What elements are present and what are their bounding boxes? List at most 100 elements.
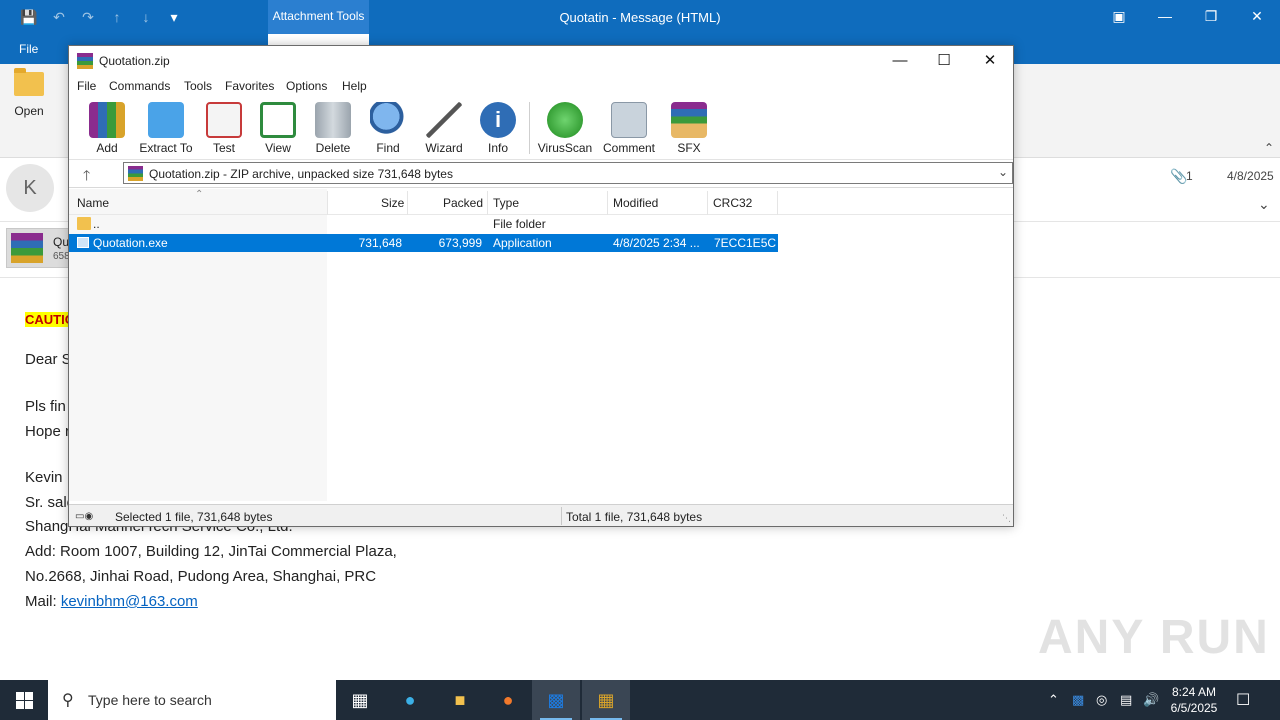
notifications-icon[interactable]: ☐ <box>1236 690 1250 710</box>
mail-link[interactable]: kevinbhm@163.com <box>61 593 198 610</box>
archive-path-text: Quotation.zip - ZIP archive, unpacked si… <box>149 167 453 181</box>
menu-favorites[interactable]: Favorites <box>225 79 274 93</box>
winrar-window: Quotation.zip — ☐ ✕ File Commands Tools … <box>68 45 1014 527</box>
info-button[interactable]: i Info <box>470 102 526 155</box>
column-modified[interactable]: Modified <box>613 196 658 210</box>
menu-file[interactable]: File <box>77 79 96 93</box>
winrar-maximize-button[interactable]: ☐ <box>921 50 967 72</box>
save-icon[interactable]: 💾 <box>20 8 38 26</box>
volume-icon[interactable]: 🔊 <box>1143 692 1159 708</box>
redo-icon[interactable]: ↷ <box>79 8 97 26</box>
menu-help[interactable]: Help <box>342 79 367 93</box>
magnifier-icon <box>370 102 406 138</box>
winrar-menu-bar: File Commands Tools Favorites Options He… <box>69 76 1013 96</box>
body-line-1: Pls fin <box>25 398 66 415</box>
comment-icon <box>611 102 647 138</box>
ribbon-display-options-icon[interactable]: ▣ <box>1104 6 1134 26</box>
meet-now-icon[interactable]: ◎ <box>1096 692 1107 708</box>
status-bar: ▭◉ Selected 1 file, 731,648 bytes Total … <box>69 504 1013 526</box>
table-row[interactable]: .. File folder <box>69 215 778 233</box>
row-name: Quotation.exe <box>93 236 168 250</box>
row-type: File folder <box>493 217 546 231</box>
magic-wand-icon <box>426 102 462 138</box>
chevron-down-icon[interactable]: ⌄ <box>998 165 1008 179</box>
folder-open-icon <box>14 68 44 96</box>
test-button[interactable]: Test <box>196 102 252 155</box>
search-icon: ⚲ <box>62 692 74 709</box>
test-clipboard-icon <box>206 102 242 138</box>
column-packed[interactable]: Packed <box>443 196 483 210</box>
previous-item-icon[interactable]: ↑ <box>108 8 126 26</box>
view-button[interactable]: View <box>250 102 306 155</box>
status-selected: Selected 1 file, 731,648 bytes <box>115 510 273 524</box>
resize-grip-icon[interactable]: ⋱ <box>1002 513 1011 524</box>
add-archive-icon <box>89 102 125 138</box>
undo-icon[interactable]: ↶ <box>50 8 68 26</box>
column-crc32[interactable]: CRC32 <box>713 196 752 210</box>
view-book-icon <box>260 102 296 138</box>
minimize-button[interactable]: — <box>1150 6 1180 26</box>
attachment-chip[interactable]: Qu 658 <box>6 228 70 268</box>
row-crc32: 7ECC1E5C <box>714 236 777 250</box>
mail-label: Mail: <box>25 593 61 610</box>
anyrun-watermark: ANY RUN <box>1038 611 1270 664</box>
row-size: 731,648 <box>358 236 402 250</box>
parent-folder-icon <box>77 217 91 230</box>
winrar-close-button[interactable]: ✕ <box>967 50 1013 72</box>
open-attachment-button[interactable]: Open <box>10 68 48 118</box>
sfx-button[interactable]: SFX <box>661 102 717 155</box>
signature-address-1: Add: Room 1007, Building 12, JinTai Comm… <box>25 543 397 560</box>
file-explorer-icon[interactable]: ■ <box>436 680 484 720</box>
body-line-2: Hope r <box>25 423 71 440</box>
avatar: K <box>6 164 54 212</box>
drive-key-icon[interactable]: ▭◉ <box>75 511 93 522</box>
network-icon[interactable]: ▤ <box>1120 692 1132 708</box>
clock-date: 6/5/2025 <box>1170 701 1218 715</box>
delete-button[interactable]: Delete <box>305 102 361 155</box>
column-name[interactable]: Name <box>77 196 109 210</box>
virus-scan-icon <box>547 102 583 138</box>
system-clock[interactable]: 8:24 AM 6/5/2025 <box>1166 684 1222 716</box>
file-list-header: ⌃ Name Size Packed Type Modified CRC32 <box>69 189 1013 215</box>
menu-tools[interactable]: Tools <box>184 79 212 93</box>
customize-qat-icon[interactable]: ▾ <box>165 8 183 26</box>
menu-commands[interactable]: Commands <box>109 79 170 93</box>
show-hidden-icons-icon[interactable]: ⌃ <box>1048 692 1059 708</box>
winrar-minimize-button[interactable]: — <box>877 50 923 72</box>
archive-path-combobox[interactable]: Quotation.zip - ZIP archive, unpacked si… <box>123 162 1013 184</box>
winrar-taskbar-icon[interactable]: ▦ <box>582 680 630 720</box>
extract-to-button[interactable]: Extract To <box>138 102 194 155</box>
task-view-icon[interactable]: ▦ <box>336 680 384 720</box>
table-row[interactable]: Quotation.exe 731,648 673,999 Applicatio… <box>69 234 778 252</box>
comment-button[interactable]: Comment <box>601 102 657 155</box>
firefox-icon[interactable]: ● <box>484 680 532 720</box>
collapse-ribbon-icon[interactable]: ⌃ <box>1264 141 1274 155</box>
wizard-button[interactable]: Wizard <box>416 102 472 155</box>
find-button[interactable]: Find <box>360 102 416 155</box>
add-button[interactable]: Add <box>79 102 135 155</box>
outlook-taskbar-icon[interactable]: ▩ <box>532 680 580 720</box>
next-item-icon[interactable]: ↓ <box>137 8 155 26</box>
chevron-down-icon[interactable]: ⌄ <box>1258 196 1270 213</box>
up-one-level-icon[interactable]: 🡑 <box>83 165 90 189</box>
row-type: Application <box>493 236 552 250</box>
start-button[interactable] <box>0 680 48 720</box>
taskbar-search-box[interactable]: ⚲ Type here to search <box>48 680 336 720</box>
virusscan-button[interactable]: VirusScan <box>537 102 593 155</box>
maximize-button[interactable]: ❐ <box>1196 6 1226 26</box>
open-label: Open <box>14 104 44 118</box>
search-placeholder: Type here to search <box>88 692 212 708</box>
greeting: Dear S <box>25 351 72 368</box>
column-type[interactable]: Type <box>493 196 519 210</box>
info-icon: i <box>480 102 516 138</box>
column-size[interactable]: Size <box>381 196 404 210</box>
edge-icon[interactable]: ● <box>386 680 434 720</box>
tab-file[interactable]: File <box>19 42 38 56</box>
attachment-count: 1 <box>1186 169 1193 183</box>
menu-options[interactable]: Options <box>286 79 327 93</box>
outlook-tray-icon[interactable]: ▩ <box>1072 692 1084 708</box>
toolbar-separator <box>529 102 530 154</box>
winrar-title: Quotation.zip <box>99 54 170 68</box>
status-total: Total 1 file, 731,648 bytes <box>566 510 703 524</box>
close-button[interactable]: ✕ <box>1242 6 1272 26</box>
